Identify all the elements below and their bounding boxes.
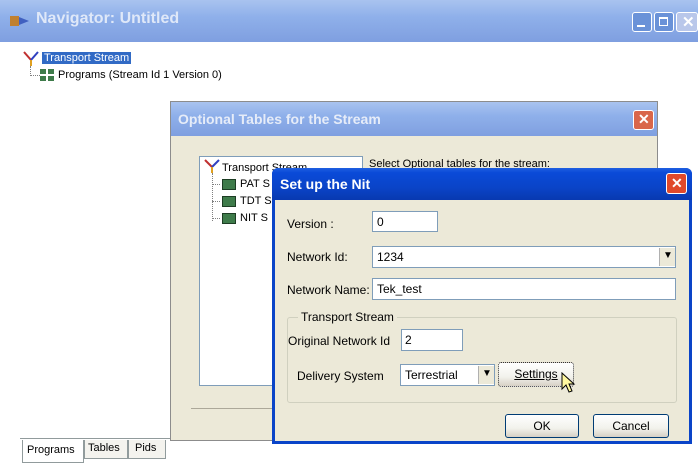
minimize-button[interactable] xyxy=(632,12,652,32)
transport-stream-icon xyxy=(204,159,220,173)
tree-connector xyxy=(212,201,220,202)
original-network-id-value: 2 xyxy=(405,333,412,347)
tree-connector xyxy=(212,218,220,219)
tab-tables-label: Tables xyxy=(88,442,120,454)
network-name-value: Tek_test xyxy=(377,282,422,296)
table-icon xyxy=(222,213,236,224)
chevron-down-icon: ▼ xyxy=(663,250,673,261)
chevron-down-icon: ▼ xyxy=(482,368,492,379)
optional-tables-title: Optional Tables for the Stream xyxy=(178,111,381,127)
tree-connector xyxy=(212,184,220,185)
network-id-combo[interactable]: 1234 ▼ xyxy=(372,246,676,268)
table-icon xyxy=(222,196,236,207)
version-input[interactable]: 0 xyxy=(372,211,438,232)
close-button[interactable]: ✕ xyxy=(676,12,698,32)
ok-button[interactable]: OK xyxy=(505,414,579,438)
tree-item-pat[interactable]: PAT S xyxy=(240,178,270,190)
close-icon: ✕ xyxy=(671,175,683,191)
table-icon xyxy=(222,179,236,190)
maximize-button[interactable] xyxy=(654,12,674,32)
tab-pids[interactable]: Pids xyxy=(128,440,166,459)
nit-title: Set up the Nit xyxy=(280,176,371,192)
version-label: Version : xyxy=(287,217,334,231)
network-id-value: 1234 xyxy=(377,250,404,264)
tree-item-transport-stream[interactable]: Transport Stream xyxy=(42,52,132,64)
transport-stream-icon xyxy=(22,50,40,66)
tab-tables[interactable]: Tables xyxy=(84,440,128,459)
tree-item-tdt[interactable]: TDT S xyxy=(240,195,272,207)
network-id-label: Network Id: xyxy=(287,250,348,264)
original-network-id-label: Original Network Id xyxy=(288,334,391,348)
transport-stream-group: Transport Stream Original Network Id 2 D… xyxy=(287,310,677,403)
nit-title-bar[interactable]: Set up the Nit ✕ xyxy=(272,168,692,200)
nit-client-area: Version : 0 Network Id: 1234 ▼ Network N… xyxy=(275,200,689,441)
tree-item-programs[interactable]: Programs (Stream Id 1 Version 0) xyxy=(58,69,222,81)
close-icon: ✕ xyxy=(682,14,695,31)
navigator-title: Navigator: Untitled xyxy=(36,10,180,27)
mouse-cursor-icon xyxy=(561,371,577,394)
tree-connector xyxy=(212,173,213,221)
delivery-system-select[interactable]: Terrestrial ▼ xyxy=(400,364,495,386)
nit-dialog: Set up the Nit ✕ Version : 0 Network Id:… xyxy=(272,168,692,444)
ok-label: OK xyxy=(533,419,551,433)
delivery-system-label: Delivery System xyxy=(297,369,384,383)
cancel-label: Cancel xyxy=(612,419,650,433)
settings-label: Settings xyxy=(514,367,558,381)
navigator-app-icon xyxy=(10,13,30,29)
close-icon: ✕ xyxy=(638,111,650,127)
programs-icon xyxy=(40,69,54,82)
cancel-button[interactable]: Cancel xyxy=(593,414,669,438)
optional-tables-close-button[interactable]: ✕ xyxy=(633,110,654,130)
original-network-id-input[interactable]: 2 xyxy=(401,329,463,351)
transport-stream-group-label: Transport Stream xyxy=(298,310,397,324)
network-id-dropdown-arrow[interactable]: ▼ xyxy=(659,248,675,266)
nit-close-button[interactable]: ✕ xyxy=(666,173,687,194)
navigator-title-bar[interactable]: Navigator: Untitled ✕ xyxy=(0,0,698,42)
tree-connector xyxy=(30,75,40,76)
delivery-dropdown-arrow[interactable]: ▼ xyxy=(478,366,494,384)
network-name-label: Network Name: xyxy=(287,283,370,297)
tab-programs[interactable]: Programs xyxy=(22,440,84,463)
delivery-system-value: Terrestrial xyxy=(405,368,458,382)
optional-tables-title-bar[interactable]: Optional Tables for the Stream ✕ xyxy=(171,102,657,136)
version-value: 0 xyxy=(377,215,384,229)
tree-item-nit[interactable]: NIT S xyxy=(240,212,268,224)
tab-pids-label: Pids xyxy=(135,442,157,454)
tab-programs-label: Programs xyxy=(27,444,75,456)
network-name-input[interactable]: Tek_test xyxy=(372,278,676,300)
